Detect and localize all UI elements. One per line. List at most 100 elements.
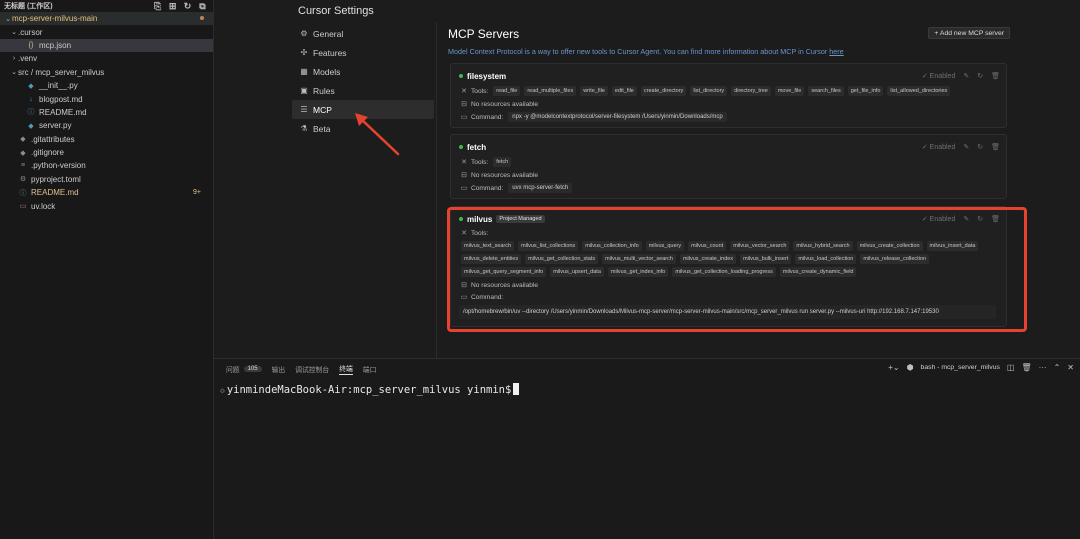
terminal-cursor (513, 383, 520, 395)
tool-chip: milvus_collection_info (582, 241, 642, 251)
tool-chip: milvus_list_collections (518, 241, 579, 251)
file-type-icon: ⓘ (19, 189, 27, 197)
tree-item[interactable]: ◆ server.py (0, 119, 213, 132)
terminal-output[interactable]: ◇ yinmindeMacBook-Air:mcp_server_milvus y… (220, 383, 520, 396)
tool-chip: milvus_get_query_segment_info (461, 267, 547, 277)
settings-nav-general[interactable]: ⚙ General (292, 24, 434, 43)
settings-nav-label: Features (313, 47, 347, 58)
tree-item[interactable]: ◆ .gitattributes (0, 133, 213, 146)
edit-icon[interactable]: ✎ (963, 143, 969, 151)
problems-count-badge: 105 (243, 365, 262, 372)
settings-nav-features[interactable]: ✣ Features (292, 43, 434, 62)
command-row: ▭ Command: npx -y @modelcontextprotocol/… (459, 112, 1000, 122)
tree-item[interactable]: ◆ .gitignore (0, 146, 213, 159)
new-terminal-icon[interactable]: +⌄ (888, 363, 899, 372)
tree-item[interactable]: ◆ __init__.py (0, 79, 213, 92)
tree-item-label: mcp.json (39, 40, 72, 50)
workspace-title: 无标题 (工作区) (4, 3, 53, 10)
panel-tab[interactable]: 终端 (339, 363, 353, 375)
tree-item[interactable]: ⓘ README.md (0, 106, 213, 119)
settings-nav-beta[interactable]: ⚗ Beta (292, 119, 434, 138)
models-icon: ▦ (300, 67, 308, 76)
nav-divider (436, 22, 437, 358)
settings-nav: ⚙ General ✣ Features ▦ Models ▣ Rules ☰ MCP ⚗ Beta (292, 24, 434, 138)
tool-chip: write_file (580, 86, 608, 96)
edit-icon[interactable]: ✎ (963, 72, 969, 80)
mcp-docs-link[interactable]: here (829, 47, 843, 56)
refresh-icon[interactable]: ↻ (977, 215, 983, 223)
project-managed-badge: Project Managed (496, 215, 545, 223)
tree-item[interactable]: ▭ uv.lock (0, 199, 213, 212)
trash-icon[interactable]: 🗑 (1021, 363, 1031, 372)
refresh-icon[interactable]: ↻ (977, 72, 983, 80)
tool-chip: list_allowed_directories (887, 86, 951, 96)
explorer-sidebar: 无标题 (工作区) ⎘ ⊞ ↻ ⧉ ⌄ mcp-server-milvus-mai… (0, 0, 214, 539)
delete-icon[interactable]: 🗑 (991, 143, 1000, 151)
panel-tab[interactable]: 端口 (363, 364, 377, 374)
explorer-actions: ⎘ ⊞ ↻ ⧉ (151, 1, 209, 12)
refresh-icon[interactable]: ↻ (977, 143, 983, 151)
tools-row: ✕ Tools: fetch (459, 157, 1000, 167)
tool-chip: milvus_vector_search (730, 241, 790, 251)
tree-item[interactable]: ⌄ src / mcp_server_milvus (0, 66, 213, 79)
tree-item-label: .python-version (31, 161, 86, 171)
settings-title: Cursor Settings (298, 5, 374, 17)
enabled-toggle[interactable]: ✓ Enabled (922, 215, 956, 223)
tree-item[interactable]: {} mcp.json (0, 38, 213, 53)
tree-item[interactable]: ⚙ pyproject.toml (0, 173, 213, 186)
split-terminal-icon[interactable]: ◫ (1007, 363, 1015, 372)
new-folder-icon[interactable]: ⊞ (166, 1, 179, 12)
enabled-toggle[interactable]: ✓ Enabled (922, 143, 956, 151)
file-type-icon: ⚙ (19, 176, 27, 184)
tool-chip: search_files (808, 86, 844, 96)
resources-row: ⊟ No resources available (459, 171, 1000, 180)
settings-nav-mcp[interactable]: ☰ MCP (292, 100, 434, 119)
settings-nav-models[interactable]: ▦ Models (292, 62, 434, 81)
tool-chips: fetch (493, 157, 515, 167)
tree-item[interactable]: ⌄ .cursor (0, 25, 213, 38)
edit-icon[interactable]: ✎ (963, 215, 969, 223)
settings-nav-label: General (313, 28, 344, 39)
tree-item-label: src / mcp_server_milvus (18, 67, 105, 77)
tree-item-label: .cursor (18, 27, 43, 37)
refresh-icon[interactable]: ↻ (181, 1, 194, 12)
tools-label: Tools: (471, 158, 489, 166)
maximize-panel-icon[interactable]: ⌃ (1054, 363, 1061, 372)
tool-chip: milvus_create_dynamic_field (779, 267, 857, 277)
tree-item-label: .gitignore (31, 148, 64, 158)
panel-tab[interactable]: 问题 105 (226, 364, 262, 374)
panel-tab[interactable]: 输出 (272, 364, 286, 374)
terminal-name[interactable]: bash - mcp_server_milvus (921, 364, 1000, 371)
file-type-icon: ◆ (28, 122, 34, 130)
tree-item[interactable]: ⌄ mcp-server-milvus-main (0, 12, 213, 26)
tree-item-label: README.md (39, 107, 87, 117)
general-icon: ⚙ (300, 29, 308, 38)
file-type-icon: ↓ (29, 95, 33, 103)
tree-item[interactable]: ⓘ README.md 9+ (0, 186, 213, 199)
add-mcp-server-button[interactable]: + Add new MCP server (928, 27, 1010, 39)
no-resources-text: No resources available (471, 100, 539, 108)
command-row: ▭ Command: uvx mcp-server-fetch (459, 183, 1000, 193)
panel-tab[interactable]: 调试控制台 (295, 364, 329, 374)
tree-item[interactable]: ↓ blogpost.md (0, 92, 213, 105)
delete-icon[interactable]: 🗑 (991, 215, 1000, 223)
more-icon[interactable]: ··· (1039, 363, 1047, 372)
panel-tab-label: 问题 (226, 366, 240, 374)
tree-item[interactable]: › .venv (0, 52, 213, 65)
settings-nav-rules[interactable]: ▣ Rules (292, 81, 434, 100)
wrench-icon: ✕ (461, 159, 467, 166)
file-type-icon: ≡ (20, 162, 26, 170)
delete-icon[interactable]: 🗑 (991, 72, 1000, 80)
status-dot (459, 217, 463, 221)
resource-icon: ⊟ (461, 101, 467, 108)
enabled-toggle[interactable]: ✓ Enabled (922, 72, 956, 80)
panel-tab-label: 调试控制台 (295, 366, 330, 374)
terminal-icon: ▭ (460, 185, 468, 192)
tree-item[interactable]: ≡ .python-version (0, 159, 213, 172)
collapse-all-icon[interactable]: ⧉ (196, 1, 209, 12)
new-file-icon[interactable]: ⎘ (151, 1, 164, 12)
tools-row: ✕ Tools: (459, 229, 1000, 238)
mcp-description-text: Model Context Protocol is a way to offer… (448, 47, 828, 56)
settings-editor: Cursor Settings ⚙ General ✣ Features ▦ Models… (214, 0, 1080, 358)
close-panel-icon[interactable]: ✕ (1067, 363, 1074, 372)
